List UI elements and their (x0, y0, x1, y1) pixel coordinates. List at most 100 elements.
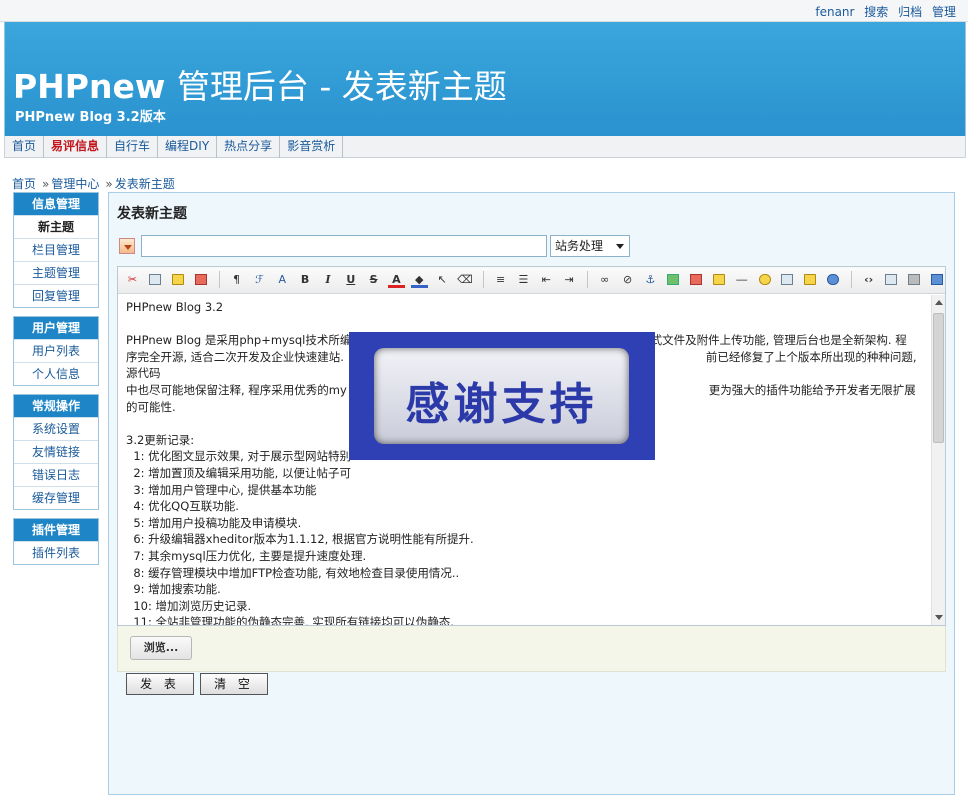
nav-item-bicycle[interactable]: 自行车 (107, 136, 159, 158)
thanks-overlay-text: 感谢支持 (405, 379, 598, 430)
editor-toolbar: ✂ ¶ ℱ A B I U S A ◆ ↖ ⌫ ≡ ☰ ⇤ ⇥ ∞ ⊘ ⚓ ― … (118, 267, 945, 294)
breadcrumb: 首页» 管理中心» 发表新主题 (12, 175, 175, 192)
nav-item-media[interactable]: 影音赏析 (280, 136, 344, 158)
breadcrumb-new-topic[interactable]: 发表新主题 (115, 177, 175, 191)
user-link-username[interactable]: fenanr (815, 5, 854, 19)
font-size-icon[interactable]: A (274, 271, 291, 288)
strikethrough-icon[interactable]: S (365, 271, 382, 288)
sidebar-group-general: 常规操作 系统设置 友情链接 错误日志 缓存管理 (13, 394, 99, 510)
flash-icon[interactable] (688, 271, 705, 288)
editor-line: 4: 优化QQ互联功能. (126, 499, 239, 514)
chevron-down-icon (616, 244, 624, 249)
sidebar-group-plugins: 插件管理 插件列表 (13, 518, 99, 565)
sidebar-item-new-topic[interactable]: 新主题 (14, 215, 98, 238)
unlink-icon[interactable]: ⊘ (619, 271, 636, 288)
sidebar-group-title: 常规操作 (14, 395, 98, 417)
anchor-icon[interactable]: ⚓ (642, 271, 659, 288)
horizontal-rule-icon[interactable]: ― (733, 271, 750, 288)
paste-text-icon[interactable] (192, 271, 209, 288)
paste-icon[interactable] (170, 271, 187, 288)
print-icon[interactable] (906, 271, 923, 288)
editor-line: 8: 缓存管理模块中增加FTP检查功能, 有效地检查目录使用情况.. (126, 565, 460, 580)
breadcrumb-separator: » (105, 177, 113, 191)
editor-line: PHPnew Blog 3.2 (126, 300, 224, 314)
block-format-icon[interactable]: ¶ (228, 271, 245, 288)
sidebar-item-error-log[interactable]: 错误日志 (14, 463, 98, 486)
editor-line: 6: 升级编辑器xheditor版本为1.1.12, 根据官方说明性能有所提升. (126, 532, 474, 547)
title-en: PHPnew (13, 67, 177, 106)
sidebar-item-replies[interactable]: 回复管理 (14, 284, 98, 307)
editor-line: 5: 增加用户投稿功能及申请模块. (126, 515, 302, 530)
user-links: fenanr 搜索 归档 管理 (809, 3, 956, 20)
fullscreen-icon[interactable] (929, 271, 945, 288)
underline-icon[interactable]: U (342, 271, 359, 288)
sidebar-item-settings[interactable]: 系统设置 (14, 417, 98, 440)
image-icon[interactable] (665, 271, 682, 288)
main-nav: 首页 易评信息 自行车 编程DIY 热点分享 影音赏析 (4, 136, 966, 158)
breadcrumb-admin-center[interactable]: 管理中心 (51, 177, 99, 191)
font-family-icon[interactable]: ℱ (251, 271, 268, 288)
sidebar-item-user-list[interactable]: 用户列表 (14, 339, 98, 362)
remove-format-icon[interactable]: ⌫ (456, 271, 473, 288)
editor-line: 2: 增加置顶及编辑采用功能, 以便让帖子可 (126, 465, 351, 480)
ordered-list-icon[interactable]: ☰ (515, 271, 532, 288)
preview-icon[interactable] (883, 271, 900, 288)
top-bar: fenanr 搜索 归档 管理 (0, 0, 968, 22)
editor-line: 10: 增加浏览历史记录. (126, 598, 252, 613)
sidebar-item-cache[interactable]: 缓存管理 (14, 486, 98, 509)
source-code-icon[interactable]: ‹› (860, 271, 877, 288)
background-color-icon[interactable]: ◆ (410, 271, 428, 288)
link-icon[interactable]: ∞ (596, 271, 613, 288)
user-link-admin[interactable]: 管理 (932, 5, 956, 19)
font-color-icon[interactable]: A (387, 271, 405, 288)
breadcrumb-separator: » (42, 177, 50, 191)
sidebar: 信息管理 新主题 栏目管理 主题管理 回复管理 用户管理 用户列表 个人信息 常… (13, 192, 99, 573)
thanks-overlay-panel: 感谢支持 (374, 348, 629, 444)
topic-title-input[interactable] (141, 235, 547, 257)
code-block-icon[interactable] (802, 271, 819, 288)
select-all-icon[interactable]: ↖ (434, 271, 451, 288)
scroll-down-icon[interactable] (935, 615, 943, 620)
copy-icon[interactable] (147, 271, 164, 288)
scroll-up-icon[interactable] (935, 300, 943, 305)
cut-icon[interactable]: ✂ (124, 271, 141, 288)
toolbar-divider (851, 271, 853, 288)
breadcrumb-home[interactable]: 首页 (12, 177, 36, 191)
submit-button[interactable]: 发 表 (126, 673, 194, 695)
sidebar-item-topics[interactable]: 主题管理 (14, 261, 98, 284)
editor-scrollbar[interactable] (931, 295, 945, 625)
bold-icon[interactable]: B (297, 271, 314, 288)
browse-button[interactable]: 浏览... (130, 636, 192, 660)
category-select[interactable]: 站务处理 (550, 235, 630, 257)
align-icon[interactable]: ≡ (492, 271, 509, 288)
user-link-search[interactable]: 搜索 (864, 5, 888, 19)
nav-item-home[interactable]: 首页 (5, 136, 45, 158)
thanks-overlay: 感谢支持 (349, 332, 655, 460)
emoticon-icon[interactable] (756, 271, 773, 288)
indent-icon[interactable]: ⇥ (561, 271, 578, 288)
sidebar-item-links[interactable]: 友情链接 (14, 440, 98, 463)
user-link-archive[interactable]: 归档 (898, 5, 922, 19)
title-style-dropdown-icon[interactable] (119, 238, 135, 254)
media-icon[interactable] (710, 271, 727, 288)
main-panel: 发表新主题 站务处理 ✂ ¶ ℱ A B I U S A ◆ ↖ ⌫ ≡ ☰ ⇤… (108, 192, 955, 795)
italic-icon[interactable]: I (319, 271, 336, 288)
nav-item-reviews[interactable]: 易评信息 (44, 136, 108, 158)
sidebar-item-category[interactable]: 栏目管理 (14, 238, 98, 261)
nav-item-hot-share[interactable]: 热点分享 (217, 136, 281, 158)
toolbar-divider (219, 271, 221, 288)
flv-icon[interactable] (825, 271, 842, 288)
nav-item-programming[interactable]: 编程DIY (158, 136, 218, 158)
sidebar-item-plugin-list[interactable]: 插件列表 (14, 541, 98, 564)
editor-line: 7: 其余mysql压力优化, 主要是提升速度处理. (126, 548, 367, 563)
clear-button[interactable]: 清 空 (200, 673, 268, 695)
scrollbar-thumb[interactable] (933, 313, 944, 443)
sidebar-group-users: 用户管理 用户列表 个人信息 (13, 316, 99, 386)
sidebar-group-title: 用户管理 (14, 317, 98, 339)
outdent-icon[interactable]: ⇤ (538, 271, 555, 288)
toolbar-divider (587, 271, 589, 288)
sidebar-item-profile[interactable]: 个人信息 (14, 362, 98, 385)
panel-title: 发表新主题 (117, 206, 187, 222)
title-cn: 管理后台 - 发表新主题 (176, 67, 507, 106)
table-icon[interactable] (779, 271, 796, 288)
